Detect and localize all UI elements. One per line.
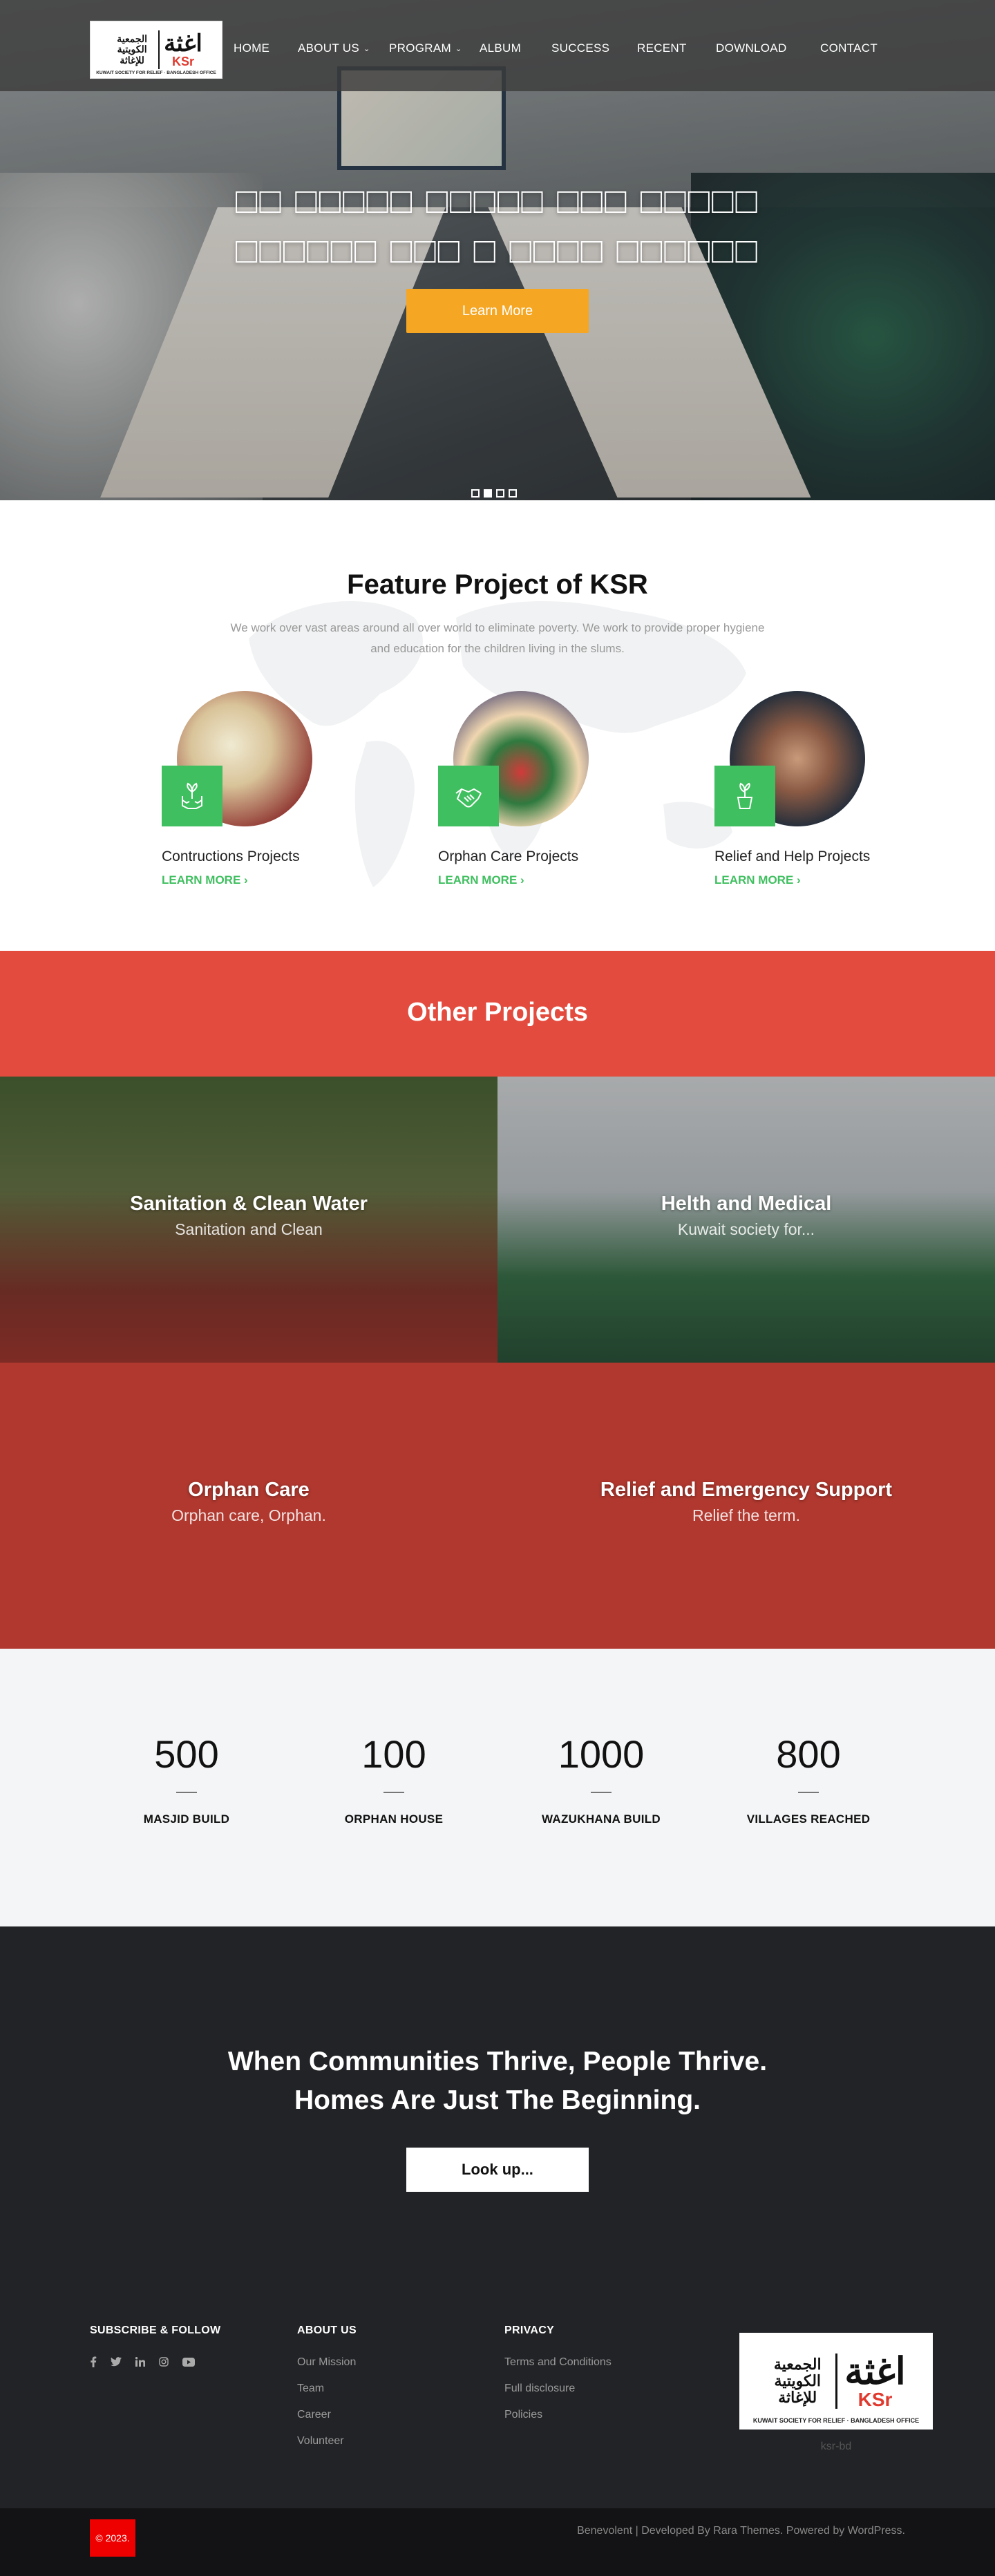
hands-plant-icon (162, 766, 222, 826)
project-title: Relief and Emergency Support (600, 1479, 893, 1501)
youtube-icon[interactable] (182, 2357, 195, 2367)
nav-about-us[interactable]: ABOUT US ⌄ (298, 41, 370, 55)
slider-dots (471, 489, 517, 498)
logo-subtitle: KUWAIT SOCIETY FOR RELIEF · BANGLADESH O… (96, 70, 216, 75)
stat-label: ORPHAN HOUSE (344, 1812, 444, 1826)
nav-recent[interactable]: RECENT (637, 41, 687, 55)
feature-card: Orphan Care Projects LEARN MORE › (438, 691, 645, 898)
stat-item: 500 MASJID BUILD (83, 1732, 290, 1826)
footer-privacy: PRIVACY Terms and Conditions Full disclo… (504, 2324, 612, 2435)
learn-more-link[interactable]: LEARN MORE › (714, 873, 801, 887)
chevron-down-icon: ⌄ (363, 45, 370, 53)
feature-name: Relief and Help Projects (714, 849, 871, 864)
project-title: Sanitation & Clean Water (130, 1193, 368, 1215)
logo-ksr: KSr (857, 2389, 893, 2410)
stat-value: 1000 (558, 1732, 645, 1776)
main-nav: HOME ABOUT US ⌄ PROGRAM ⌄ ALBUM SUCCESS RE… (0, 41, 995, 58)
footer-link-terms[interactable]: Terms and Conditions (504, 2356, 612, 2369)
footer-heading: PRIVACY (504, 2324, 555, 2336)
project-tile-orphan-care[interactable]: Orphan Care Orphan care, Orphan. (0, 1363, 498, 1649)
slider-dot-active[interactable] (484, 489, 492, 498)
project-title: Helth and Medical (661, 1193, 832, 1215)
slider-dot[interactable] (471, 489, 480, 498)
footer-link-our-mission[interactable]: Our Mission (297, 2356, 357, 2369)
footer-link-career[interactable]: Career (297, 2409, 357, 2421)
chevron-down-icon: ⌄ (455, 45, 462, 53)
nav-download[interactable]: DOWNLOAD (716, 41, 787, 55)
other-projects-header: Other Projects (0, 951, 995, 1077)
footer-bottom-bar (0, 2508, 995, 2576)
feature-name: Orphan Care Projects (438, 849, 579, 864)
nav-contact[interactable]: CONTACT (820, 41, 878, 55)
feature-projects-section: Feature Project of KSR We work over vast… (0, 500, 995, 951)
section-description: We work over vast areas around all over … (230, 621, 765, 655)
cta-heading: When Communities Thrive, People Thrive. H… (227, 2047, 768, 2115)
nav-program[interactable]: PROGRAM ⌄ (389, 41, 462, 55)
footer-link-team[interactable]: Team (297, 2383, 357, 2395)
footer-logo-caption: ksr-bd (820, 2441, 852, 2452)
logo-arabic-mark: اغثة (844, 2351, 906, 2392)
potted-plant-icon (714, 766, 775, 826)
feature-card: Relief and Help Projects LEARN MORE › (714, 691, 922, 898)
handshake-icon (438, 766, 499, 826)
footer-link-policies[interactable]: Policies (504, 2409, 612, 2421)
project-subtitle: Sanitation and Clean (175, 1220, 323, 1238)
instagram-icon[interactable] (159, 2357, 169, 2367)
logo-arabic-name: الجمعية الكويتية للإغاثة (773, 2355, 822, 2407)
facebook-icon[interactable] (90, 2356, 97, 2367)
stat-value: 500 (154, 1732, 219, 1776)
nav-success[interactable]: SUCCESS (551, 41, 609, 55)
project-subtitle: Kuwait society for... (677, 1220, 815, 1238)
learn-more-link[interactable]: LEARN MORE › (438, 873, 524, 887)
project-title: Orphan Care (188, 1479, 310, 1501)
feature-card: Contructions Projects LEARN MORE › (162, 691, 369, 898)
project-subtitle: Orphan care, Orphan. (171, 1506, 326, 1524)
project-subtitle: Relief the term. (692, 1506, 800, 1524)
copyright: © 2023. (90, 2519, 135, 2557)
social-links (90, 2356, 220, 2367)
logo-subtitle: KUWAIT SOCIETY FOR RELIEF · BANGLADESH O… (752, 2417, 920, 2424)
project-tile-relief[interactable]: Relief and Emergency Support Relief the … (498, 1363, 995, 1649)
project-tile-sanitation[interactable]: Sanitation & Clean Water Sanitation and … (0, 1077, 498, 1363)
footer-subscribe: SUBSCRIBE & FOLLOW (90, 2324, 220, 2367)
stat-value: 800 (776, 1732, 841, 1776)
footer-about: ABOUT US Our Mission Team Career Volunte… (297, 2324, 357, 2461)
stat-item: 800 VILLAGES REACHED (705, 1732, 912, 1826)
footer-heading: SUBSCRIBE & FOLLOW (90, 2324, 221, 2336)
footer-credits[interactable]: Benevolent | Developed By Rara Themes. P… (511, 2525, 905, 2537)
linkedin-icon[interactable] (135, 2357, 145, 2367)
section-title: Feature Project of KSR (347, 569, 648, 600)
stats-section: 500 MASJID BUILD 100 ORPHAN HOUSE 1000 W… (0, 1649, 995, 1926)
footer-link-volunteer[interactable]: Volunteer (297, 2435, 357, 2447)
twitter-icon[interactable] (111, 2357, 122, 2367)
stat-label: VILLAGES REACHED (746, 1812, 871, 1826)
nav-home[interactable]: HOME (234, 41, 269, 55)
slider-dot[interactable] (496, 489, 504, 498)
stat-label: WAZUKHANA BUILD (542, 1812, 661, 1826)
stat-item: 100 ORPHAN HOUSE (290, 1732, 498, 1826)
project-tile-medical[interactable]: Helth and Medical Kuwait society for... (498, 1077, 995, 1363)
footer-link-disclosure[interactable]: Full disclosure (504, 2383, 612, 2395)
learn-more-link[interactable]: LEARN MORE › (162, 873, 248, 887)
section-title: Other Projects (407, 998, 588, 1027)
footer-logo[interactable]: الجمعية الكويتية للإغاثة اغثة KSr KUWAIT… (739, 2333, 933, 2430)
stat-label: MASJID BUILD (143, 1812, 230, 1826)
stat-item: 1000 WAZUKHANA BUILD (498, 1732, 705, 1826)
feature-name: Contructions Projects (162, 849, 300, 864)
slider-dot[interactable] (509, 489, 517, 498)
stat-value: 100 (361, 1732, 426, 1776)
look-up-button[interactable]: Look up... (406, 2148, 589, 2192)
nav-album[interactable]: ALBUM (480, 41, 521, 55)
footer-heading: ABOUT US (297, 2324, 357, 2336)
hero-title: □□ □□□□□ □□□□□ □□□ □□□□□ □□□□□□ □□□ □ □□… (236, 181, 759, 271)
learn-more-button[interactable]: Learn More (406, 289, 589, 333)
